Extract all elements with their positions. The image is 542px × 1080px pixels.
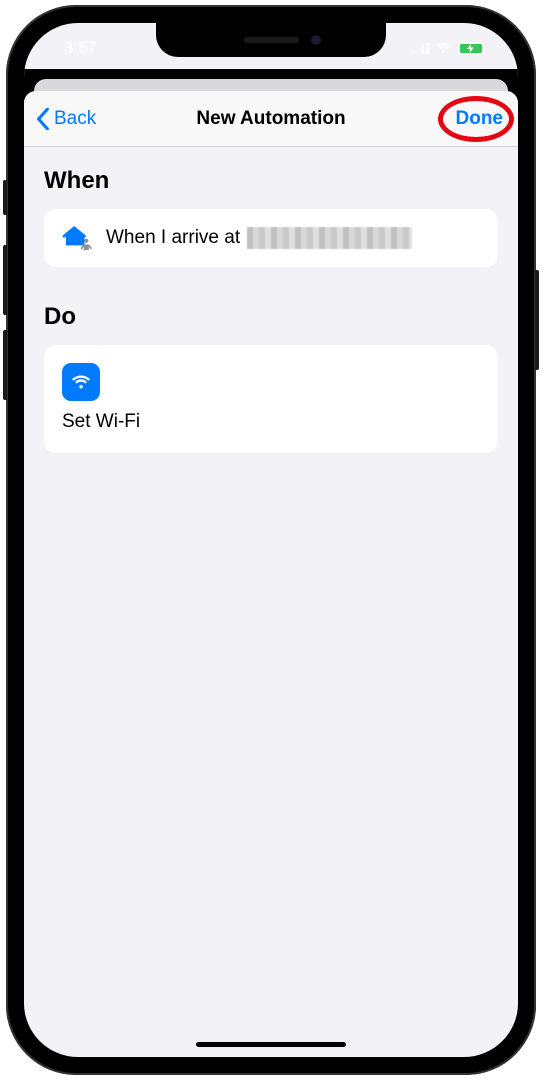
arrive-home-icon <box>62 225 92 251</box>
screen: 3:57 <box>24 23 518 1057</box>
charging-bolt-icon <box>467 44 474 53</box>
cellular-signal-icon <box>412 42 429 54</box>
volume-down-button <box>3 330 7 400</box>
power-button <box>535 270 539 370</box>
status-time: 3:57 <box>54 38 97 58</box>
back-label: Back <box>54 108 96 130</box>
done-button[interactable]: Done <box>456 108 504 130</box>
mute-switch <box>3 180 7 215</box>
when-condition-text: When I arrive at <box>106 227 412 250</box>
page-title: New Automation <box>196 108 345 130</box>
status-indicators <box>412 42 488 55</box>
front-camera <box>311 35 321 45</box>
do-action-label: Set Wi-Fi <box>62 411 480 433</box>
when-section-header: When <box>44 167 498 195</box>
volume-up-button <box>3 245 7 315</box>
when-text: When I arrive at <box>106 227 240 248</box>
speaker-grille <box>244 37 299 43</box>
wifi-action-icon <box>62 363 100 401</box>
back-button[interactable]: Back <box>36 108 96 130</box>
modal-sheet: Back New Automation Done When <box>24 91 518 1057</box>
redacted-location <box>247 227 412 249</box>
navigation-bar: Back New Automation Done <box>24 91 518 147</box>
notch <box>156 23 386 57</box>
do-action-card[interactable]: Set Wi-Fi <box>44 345 498 453</box>
do-section-header: Do <box>44 303 498 331</box>
home-indicator[interactable] <box>196 1042 346 1047</box>
wifi-icon <box>435 42 452 55</box>
scroll-content[interactable]: When When I arrive a <box>24 147 518 453</box>
when-condition-card[interactable]: When I arrive at <box>44 209 498 267</box>
chevron-left-icon <box>36 108 50 130</box>
battery-icon <box>458 42 487 55</box>
phone-frame: 3:57 <box>6 5 536 1075</box>
content-area: Back New Automation Done When <box>24 69 518 1057</box>
